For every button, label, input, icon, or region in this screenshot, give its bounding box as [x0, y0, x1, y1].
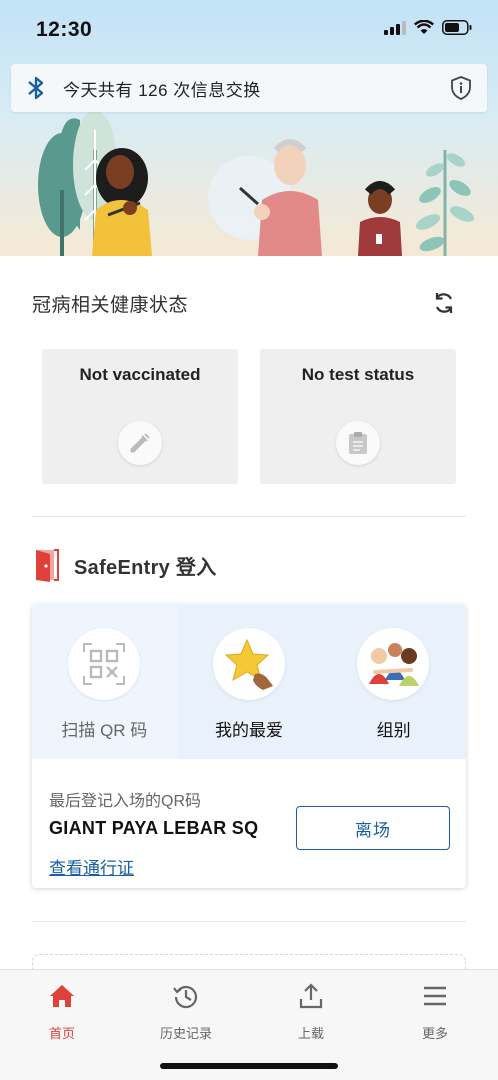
tab-home-label: 首页	[48, 1026, 75, 1041]
tab-more-label: 更多	[421, 1026, 448, 1041]
favourite-star-icon	[212, 628, 285, 700]
safeentry-header: SafeEntry 登入	[32, 548, 217, 582]
history-icon	[173, 985, 198, 1009]
checkout-button[interactable]: 离场	[296, 806, 450, 850]
cellular-signal-icon	[384, 20, 406, 35]
syringe-icon	[118, 421, 162, 465]
safeentry-card: 扫描 QR 码 我的最爱 组别 最后登记入场的QR码 GIANT PAYA LE…	[32, 604, 466, 888]
favourites-tab[interactable]: 我的最爱	[176, 604, 322, 759]
health-status-title: 冠病相关健康状态	[32, 295, 189, 316]
tab-upload-label: 上载	[297, 1026, 324, 1041]
clock: 12:30	[36, 18, 93, 41]
safeentry-door-icon	[36, 549, 59, 582]
battery-icon	[442, 20, 472, 35]
last-checkin-venue: GIANT PAYA LEBAR SQ	[49, 818, 259, 838]
status-bar: 12:30	[0, 0, 498, 60]
last-checkin-label: 最后登记入场的QR码	[49, 793, 202, 810]
tab-history[interactable]: 历史记录	[124, 980, 248, 1041]
view-pass-link[interactable]: 查看通行证	[49, 854, 134, 879]
tab-history-label: 历史记录	[159, 1026, 212, 1041]
scan-qr-tab[interactable]: 扫描 QR 码	[32, 604, 177, 759]
group-label: 组别	[376, 721, 411, 740]
home-indicator	[160, 1063, 338, 1069]
bluetooth-icon	[28, 76, 44, 100]
clipboard-icon	[336, 421, 380, 465]
qr-code-icon	[68, 628, 140, 700]
scan-qr-label: 扫描 QR 码	[61, 721, 148, 740]
tab-more[interactable]: 更多	[373, 980, 497, 1041]
test-status-card[interactable]: No test status	[260, 349, 456, 484]
favourites-label: 我的最爱	[215, 721, 283, 740]
group-tab[interactable]: 组别	[321, 604, 466, 759]
vaccination-status-label: Not vaccinated	[79, 365, 201, 384]
tab-upload[interactable]: 上载	[249, 980, 373, 1041]
tab-home[interactable]: 首页	[0, 980, 124, 1041]
vaccination-status-card[interactable]: Not vaccinated	[42, 349, 238, 484]
shield-info-icon[interactable]	[449, 75, 473, 101]
menu-icon	[424, 986, 446, 1006]
bluetooth-exchange-count: 今天共有 126 次信息交换	[63, 80, 261, 100]
group-people-icon	[357, 628, 430, 700]
home-icon	[50, 985, 74, 1007]
upload-icon	[299, 983, 323, 1009]
test-status-label: No test status	[301, 365, 415, 384]
safeentry-title: SafeEntry 登入	[74, 556, 217, 579]
status-icons	[384, 20, 472, 35]
bluetooth-exchange-banner[interactable]: 今天共有 126 次信息交换	[11, 64, 487, 112]
wifi-icon	[414, 20, 434, 34]
refresh-icon[interactable]	[431, 290, 457, 316]
section-divider	[32, 921, 466, 922]
safeentry-tabs: 扫描 QR 码 我的最爱 组别	[32, 604, 466, 759]
section-divider	[32, 516, 466, 517]
